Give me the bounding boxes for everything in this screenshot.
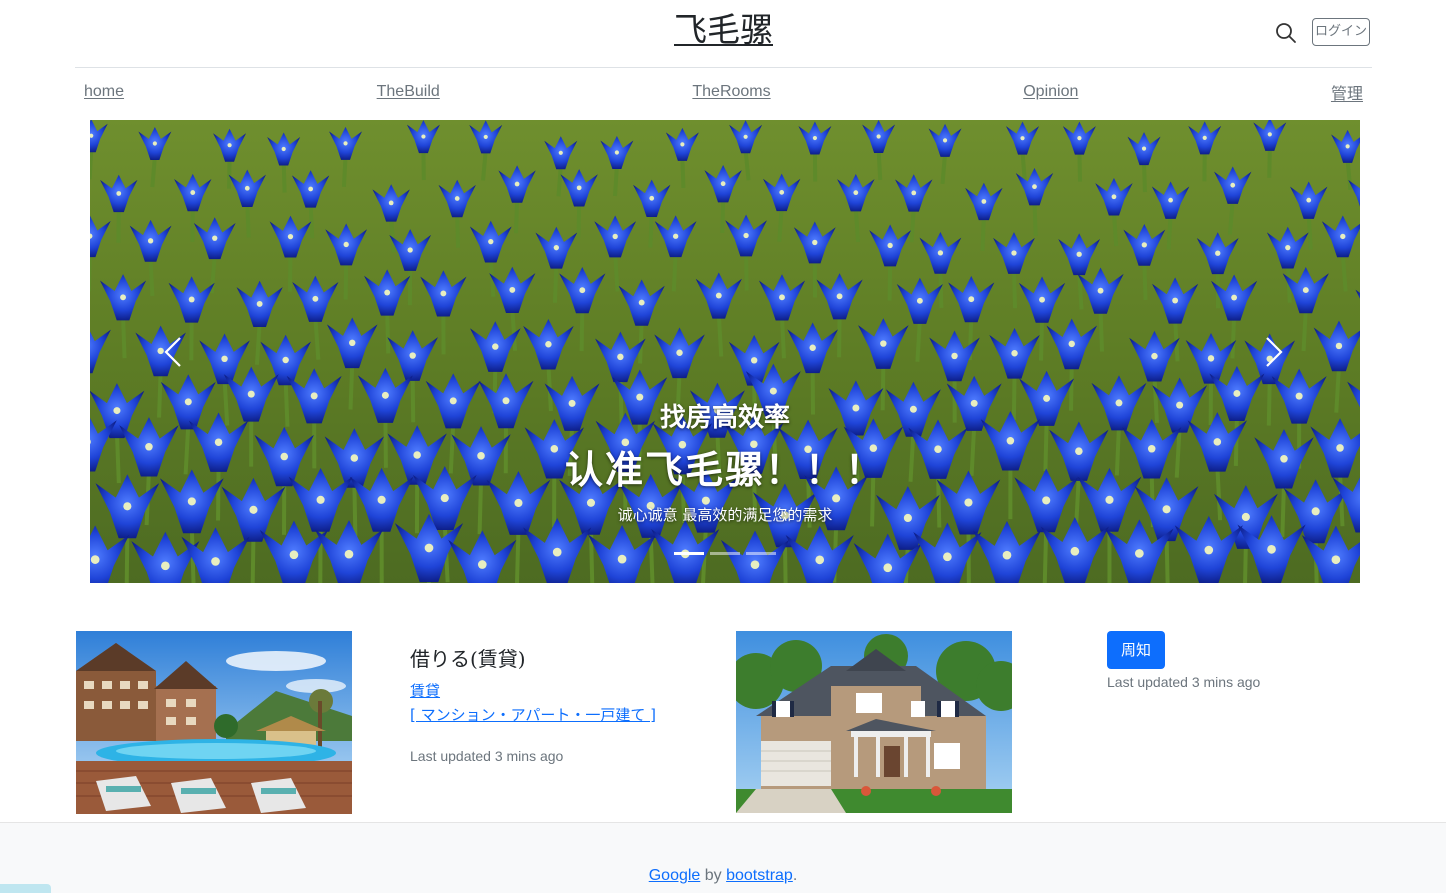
card-title: 借りる(賃貸): [410, 647, 526, 671]
carousel-indicator-3[interactable]: [746, 552, 776, 555]
nav-item-home[interactable]: home: [84, 83, 124, 101]
rental-link[interactable]: 賃貸: [410, 680, 440, 702]
search-icon[interactable]: [1275, 22, 1297, 44]
carousel-indicators: [90, 552, 1360, 555]
chevron-left-icon[interactable]: [154, 332, 194, 372]
resort-thumbnail: [76, 631, 352, 814]
brand-link[interactable]: 飞毛骡: [674, 10, 773, 49]
last-updated-text: Last updated 3 mins ago: [410, 748, 564, 764]
corner-tab[interactable]: [0, 884, 51, 893]
notice-last-updated: Last updated 3 mins ago: [1107, 674, 1261, 690]
footer: Google by bootstrap.: [0, 822, 1446, 893]
main-nav: home TheBuild TheRooms Opinion 管理: [75, 78, 1372, 106]
carousel-indicator-2[interactable]: [710, 552, 740, 555]
nav-item-therooms[interactable]: TheRooms: [692, 83, 770, 101]
nav-item-thebuild[interactable]: TheBuild: [377, 83, 440, 101]
carousel-indicator-1[interactable]: [674, 552, 704, 555]
brand: 飞毛骡: [75, 8, 1372, 52]
footer-text: Google by bootstrap.: [0, 865, 1446, 887]
login-button[interactable]: ログイン: [1312, 18, 1370, 46]
carousel-subtitle: 找房高效率: [659, 403, 790, 433]
hero-carousel: 找房高效率 认准飞毛骡！！！ 诚心诚意 最高效的满足您的需求: [90, 120, 1360, 583]
bootstrap-link[interactable]: bootstrap: [726, 867, 793, 884]
footer-by-text: by: [700, 867, 727, 884]
page: 飞毛骡 ログイン home TheBuild TheRooms Opinion …: [0, 0, 1446, 893]
house-thumbnail: [736, 631, 1012, 813]
nav-item-opinion[interactable]: Opinion: [1023, 83, 1078, 101]
google-link[interactable]: Google: [649, 867, 701, 884]
chevron-right-icon[interactable]: [1253, 332, 1293, 372]
footer-end-text: .: [792, 867, 798, 884]
nav-item-admin[interactable]: 管理: [1331, 80, 1363, 104]
notice-button[interactable]: 周知: [1107, 631, 1165, 669]
housing-types-link[interactable]: [ マンション・アパート・一戸建て ]: [410, 704, 656, 726]
carousel-title: 认准飞毛骡！！！: [564, 447, 885, 492]
header: 飞毛骡 ログイン: [75, 0, 1372, 68]
carousel-description: 诚心诚意 最高效的满足您的需求: [617, 506, 833, 524]
